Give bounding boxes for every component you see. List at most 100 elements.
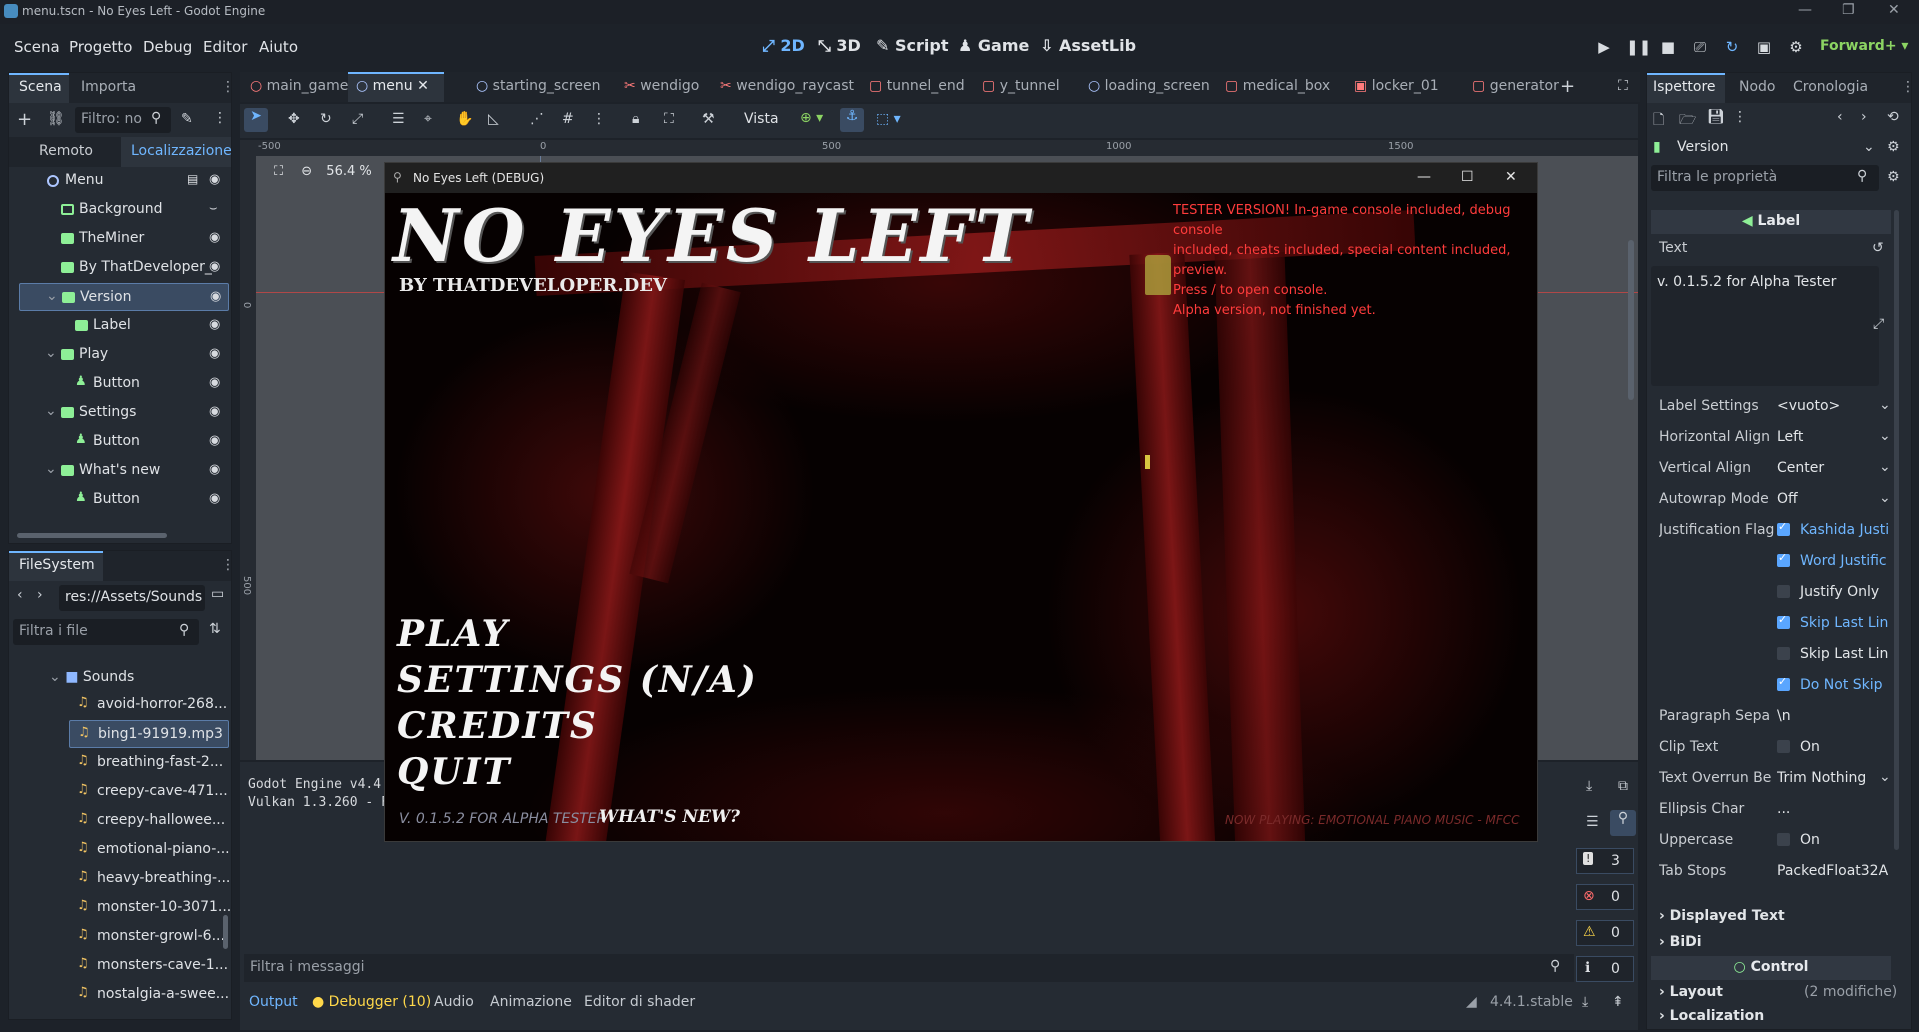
object-selector[interactable]: ▮ Version ⌄ ⚙ <box>1647 133 1911 163</box>
tab-debugger[interactable]: ● Debugger (10) <box>312 994 431 1010</box>
scene-tree-node[interactable]: Label ◉ <box>19 312 229 340</box>
history-forward-icon[interactable]: › <box>1861 109 1867 125</box>
back-icon[interactable]: ‹ <box>17 587 23 603</box>
workspace-3d[interactable]: ⤡ 3D <box>818 36 861 56</box>
scene-tab-wendigo-raycast[interactable]: ✂ wendigo_raycast <box>720 78 854 94</box>
property-value[interactable]: <vuoto> <box>1777 398 1889 414</box>
forward-icon[interactable]: › <box>37 587 43 603</box>
pause-icon[interactable]: ❚❚ <box>1626 38 1651 58</box>
filter-toggle-icon[interactable]: ⚲ <box>1610 810 1636 836</box>
dropdown-arrow-icon[interactable]: ⌄ <box>1879 428 1891 444</box>
game-maximize-icon[interactable]: ☐ <box>1461 169 1474 185</box>
tab-importa[interactable]: Importa <box>81 79 136 95</box>
info-counter[interactable]: ℹ 0 <box>1576 956 1634 982</box>
visibility-eye-icon[interactable]: ◉ <box>209 172 220 187</box>
game-credits-button[interactable]: CREDITS <box>397 705 598 747</box>
property-value[interactable]: Do Not Skip <box>1777 677 1889 693</box>
copy-output-icon[interactable]: ⧉ <box>1618 778 1628 794</box>
reload-icon[interactable]: ↻ <box>1722 38 1742 58</box>
ruler-tool-icon[interactable]: ◺ <box>488 111 499 127</box>
viewport-vscrollbar[interactable] <box>1628 240 1634 400</box>
scene-tree-node[interactable]: ♟ Button ◉ <box>19 428 229 456</box>
scene-tree-node[interactable]: ⌄ Version ◉ <box>19 283 229 311</box>
game-settings-button[interactable]: SETTINGS (N/A) <box>397 659 758 701</box>
snap-options-icon[interactable]: ⋮ <box>592 111 606 127</box>
workspace-2d[interactable]: ⤢ 2D <box>762 36 805 56</box>
file-item[interactable]: ♫ creepy-cave-471... <box>69 778 229 806</box>
group-layout[interactable]: › Layout <box>1659 984 1723 1000</box>
tab-animazione[interactable]: Animazione <box>490 994 572 1010</box>
output-filter-input[interactable]: Filtra i messaggi ⚲ <box>244 954 1574 982</box>
inspector-property[interactable]: Clip Text On <box>1651 733 1891 763</box>
close-icon[interactable]: ✕ <box>1888 2 1900 18</box>
file-item[interactable]: ♫ creepy-hallowee... <box>69 807 229 835</box>
checkbox-icon[interactable] <box>1777 522 1790 536</box>
fs-scrollbar[interactable] <box>223 915 228 949</box>
workspace-assetlib[interactable]: ⇩ AssetLib <box>1040 36 1136 55</box>
pivot-tool-icon[interactable]: ⌖ <box>424 111 432 127</box>
stop-icon[interactable]: ■ <box>1658 38 1678 58</box>
inspector-property[interactable]: Autowrap Mode Off ⌄ <box>1651 485 1891 515</box>
link-icon[interactable]: ⛓ <box>47 111 65 127</box>
layout-presets-icon[interactable]: ⬚ ▾ <box>876 111 901 127</box>
inspector-scrollbar[interactable] <box>1894 210 1899 850</box>
checkbox-icon[interactable] <box>1777 553 1790 567</box>
workspace-game[interactable]: ♟ Game <box>958 36 1029 55</box>
scene-menu-icon[interactable]: ⋮ <box>213 110 227 126</box>
property-value[interactable]: ... <box>1777 801 1889 817</box>
rotate-tool-icon[interactable]: ↻ <box>320 111 332 127</box>
menu-scena[interactable]: Scena <box>14 38 60 56</box>
scene-tab-y-tunnel[interactable]: ▢ y_tunnel <box>982 78 1060 94</box>
scene-tab-loading-screen[interactable]: ○ loading_screen <box>1088 78 1210 94</box>
new-tab-icon[interactable]: + <box>1560 76 1575 97</box>
scene-tree-node[interactable]: By ThatDeveloper_ ◉ <box>19 254 229 282</box>
scene-tree-node[interactable]: ⌄ Settings ◉ <box>19 399 229 427</box>
property-value[interactable]: Word Justific <box>1777 553 1889 569</box>
workspace-script[interactable]: ✎ Script <box>876 36 948 55</box>
sort-icon[interactable]: ⇅ <box>209 621 221 637</box>
scene-filter-input[interactable]: Filtro: no ⚲ <box>75 107 171 133</box>
warning-counter[interactable]: ⚠ 0 <box>1576 920 1634 946</box>
dropdown-arrow-icon[interactable]: ⌄ <box>1879 769 1891 785</box>
collapse-arrow-icon[interactable]: ⌄ <box>45 345 57 361</box>
scale-tool-icon[interactable]: ⤢ <box>352 111 363 127</box>
property-filter-input[interactable]: Filtra le proprietà ⚲ <box>1651 165 1879 191</box>
scene-tab-menu[interactable]: ○ menu ✕ <box>356 78 429 94</box>
property-value[interactable]: Trim Nothing <box>1777 770 1889 786</box>
inspector-property[interactable]: Tab Stops PackedFloat32A <box>1651 857 1891 887</box>
open-resource-icon[interactable]: 🗁︎ <box>1679 109 1696 133</box>
inspector-property[interactable]: Skip Last Lin <box>1651 640 1891 670</box>
collapse-arrow-icon[interactable]: ⌄ <box>45 403 57 419</box>
folder-sounds[interactable]: ⌄ ■ Sounds <box>49 669 134 685</box>
zoom-level[interactable]: 56.4 % <box>326 164 371 179</box>
move-tool-icon[interactable]: ✥ <box>288 111 300 127</box>
inspector-menu-icon[interactable]: ⋮ <box>1901 79 1915 95</box>
zoom-out-icon[interactable]: ⊖ <box>301 164 312 179</box>
property-value[interactable]: PackedFloat32A <box>1777 863 1889 879</box>
menu-aiuto[interactable]: Aiuto <box>259 38 298 56</box>
expand-panel-icon[interactable]: ⇞ <box>1612 994 1624 1010</box>
visibility-eye-icon[interactable]: ◉ <box>209 491 220 506</box>
tab-nodo[interactable]: Nodo <box>1739 79 1776 95</box>
checkbox-icon[interactable] <box>1777 585 1790 598</box>
group-displayed-text[interactable]: › Displayed Text <box>1659 908 1785 924</box>
visibility-eye-icon[interactable]: ◉ <box>209 230 220 245</box>
checkbox-icon[interactable] <box>1777 677 1790 691</box>
pan-tool-icon[interactable]: ✋ <box>456 111 473 127</box>
class-header-control[interactable]: ○ Control <box>1651 956 1891 980</box>
view-menu[interactable]: Vista <box>744 111 779 127</box>
property-value[interactable]: On <box>1777 739 1889 755</box>
renderer-selector[interactable]: Forward+ ▾ <box>1820 38 1908 54</box>
scene-tab-medical-box[interactable]: ▢ medical_box <box>1225 78 1330 94</box>
object-history-icon[interactable]: ⟲ <box>1887 109 1899 125</box>
inspector-property[interactable]: Justification Flag Kashida Justi <box>1651 516 1891 546</box>
group-icon[interactable]: ⛶ <box>664 111 674 127</box>
revert-text-icon[interactable]: ↺ <box>1872 240 1884 256</box>
tab-localizzazione[interactable]: Localizzazione <box>131 143 232 159</box>
distraction-free-icon[interactable]: ⛶ <box>1618 78 1628 94</box>
inspector-property[interactable]: Do Not Skip <box>1651 671 1891 701</box>
restore-icon[interactable]: ❐ <box>1842 2 1855 18</box>
visibility-eye-icon[interactable]: ◉ <box>209 317 220 332</box>
expand-text-icon[interactable]: ⤢ <box>1873 316 1884 332</box>
tab-output[interactable]: Output <box>249 994 298 1010</box>
